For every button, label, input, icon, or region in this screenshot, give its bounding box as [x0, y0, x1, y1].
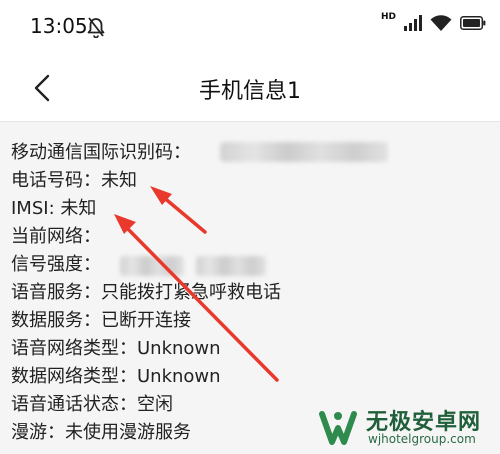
wifi-icon [430, 15, 452, 31]
battery-icon [460, 16, 486, 30]
info-label: IMSI: [11, 198, 61, 219]
info-row-imei: 移动通信国际识别码： [11, 141, 191, 165]
info-label: 移动通信国际识别码： [11, 142, 191, 163]
info-label: 当前网络： [11, 226, 101, 247]
watermark: 无极安卓网 wjhotelgroup.com [310, 402, 500, 454]
watermark-logo-icon [319, 411, 357, 445]
watermark-url: wjhotelgroup.com [368, 432, 476, 446]
info-row-imsi: IMSI: 未知 [11, 197, 96, 221]
info-label: 语音通话状态： [11, 394, 137, 415]
info-row-data-network-type: 数据网络类型：Unknown [11, 365, 221, 389]
redacted-imei-value [220, 142, 388, 162]
info-value: 未使用漫游服务 [65, 422, 191, 443]
info-label: 语音网络类型： [11, 338, 137, 359]
status-bar: 13:05 HD [0, 0, 500, 56]
info-label: 漫游： [11, 422, 65, 443]
info-value: 只能拨打紧急呼救电话 [101, 282, 281, 303]
info-row-voice-network-type: 语音网络类型：Unknown [11, 337, 221, 361]
info-row-signal-strength: 信号强度： [11, 253, 101, 277]
bell-muted-icon [87, 17, 105, 38]
status-icons: HD [380, 11, 486, 32]
info-label: 数据服务： [11, 310, 101, 331]
info-row-current-network: 当前网络： [11, 225, 101, 249]
info-row-phone-number: 电话号码：未知 [11, 169, 137, 193]
signal-icon [404, 15, 422, 31]
info-value: 已断开连接 [101, 310, 191, 331]
info-label: 数据网络类型： [11, 366, 137, 387]
info-value: 未知 [60, 198, 97, 219]
page-title: 手机信息1 [199, 79, 301, 104]
info-value: Unknown [137, 338, 221, 359]
info-value: 空闲 [137, 394, 173, 415]
info-row-voice-service: 语音服务：只能拨打紧急呼救电话 [11, 281, 281, 305]
status-time: 13:05 [30, 14, 88, 38]
info-value: 未知 [101, 170, 137, 191]
info-label: 语音服务： [11, 282, 101, 303]
info-label: 电话号码： [11, 170, 101, 191]
info-row-call-state: 语音通话状态：空闲 [11, 393, 173, 417]
redacted-signal-value-2 [196, 256, 266, 276]
info-row-roaming: 漫游：未使用漫游服务 [11, 421, 191, 445]
hd-label: HD [380, 11, 396, 22]
info-row-data-service: 数据服务：已断开连接 [11, 309, 191, 333]
redacted-signal-value-1 [120, 256, 184, 276]
app-bar: 手机信息1 [0, 56, 500, 122]
info-value: Unknown [137, 366, 221, 387]
info-label: 信号强度： [11, 254, 101, 275]
